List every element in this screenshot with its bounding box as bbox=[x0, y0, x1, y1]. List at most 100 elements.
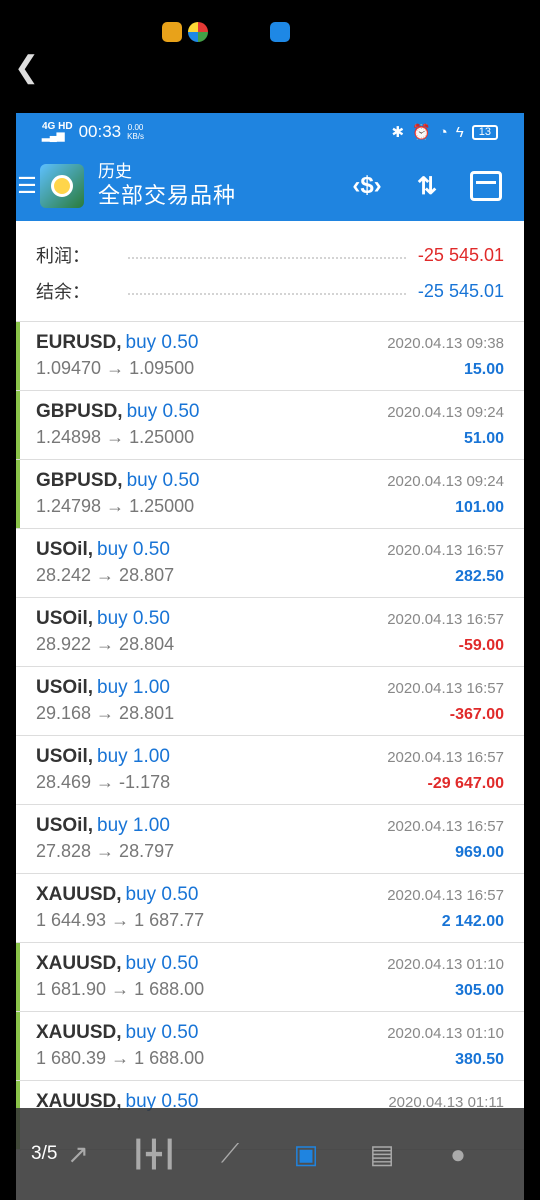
notification-icons bbox=[162, 22, 290, 42]
trade-side-volume: buy 0.50 bbox=[125, 332, 199, 353]
battery-icon: 13 bbox=[471, 124, 498, 140]
trade-row[interactable]: GBPUSD, buy 0.50 2020.04.13 09:24 1.24898 →… bbox=[16, 391, 524, 460]
trade-date: 2020.04.13 16:57 bbox=[387, 749, 504, 766]
app-bar: ☰ 历史 全部交易品种 ‹$› ⇅ bbox=[16, 151, 524, 221]
alarm-icon: ⏰ bbox=[412, 124, 431, 141]
trade-date: 2020.04.13 01:10 bbox=[387, 1025, 504, 1042]
app-logo[interactable] bbox=[40, 164, 84, 208]
net-speed: 0.00 KB/s bbox=[127, 123, 145, 141]
trade-symbol: EURUSD, bbox=[36, 332, 122, 353]
trade-row[interactable]: USOil, buy 0.50 2020.04.13 16:57 28.242 → 2… bbox=[16, 529, 524, 598]
trade-symbol: XAUUSD, bbox=[36, 884, 122, 905]
trade-profit: -59.00 bbox=[458, 637, 504, 654]
trade-side-volume: buy 0.50 bbox=[97, 608, 170, 629]
trade-prices: 1.09470 → 1.09500 bbox=[36, 358, 195, 378]
trade-prices: 27.828 → 28.797 bbox=[36, 841, 175, 861]
trade-side-volume: buy 0.50 bbox=[125, 884, 199, 905]
trade-prices: 28.469 → -1.178 bbox=[36, 772, 171, 792]
charging-icon: ϟ bbox=[455, 123, 464, 141]
summary-panel: 利润： -25 545.01 结余： -25 545.01 bbox=[16, 221, 524, 322]
trade-profit: 305.00 bbox=[455, 982, 504, 999]
trade-profit: 101.00 bbox=[455, 499, 504, 516]
trade-date: 2020.04.13 09:24 bbox=[387, 473, 504, 490]
menu-icon[interactable]: ☰ bbox=[16, 151, 38, 221]
trade-profit: -29 647.00 bbox=[427, 775, 504, 792]
trade-date: 2020.04.13 16:57 bbox=[387, 611, 504, 628]
trade-profit: 282.50 bbox=[455, 568, 504, 585]
trade-row[interactable]: USOil, buy 1.00 2020.04.13 16:57 27.828 → 2… bbox=[16, 805, 524, 874]
trade-date: 2020.04.13 09:24 bbox=[387, 404, 504, 421]
trade-side-volume: buy 0.50 bbox=[126, 470, 200, 491]
trade-row[interactable]: XAUUSD, buy 0.50 2020.04.13 01:10 1 680.39 … bbox=[16, 1012, 524, 1081]
trade-prices: 1 680.39 → 1 688.00 bbox=[36, 1048, 205, 1068]
symbol-filter-title[interactable]: 全部交易品种 bbox=[98, 182, 236, 210]
trade-side-volume: buy 1.00 bbox=[97, 815, 170, 836]
trade-symbol: USOil, bbox=[36, 539, 94, 560]
trade-symbol: GBPUSD, bbox=[36, 470, 123, 491]
deposit-icon[interactable]: ‹$› bbox=[350, 172, 384, 200]
app-notification-icon bbox=[188, 22, 208, 42]
trade-profit: 15.00 bbox=[463, 361, 504, 378]
balance-label: 结余： bbox=[36, 282, 90, 302]
trade-prices: 29.168 → 28.801 bbox=[36, 703, 175, 723]
trade-prices: 1 681.90 → 1 688.00 bbox=[36, 979, 205, 999]
status-bar: 4G HD ▂▄▆ 00:33 0.00 KB/s ✱ ⏰ ◔ ϟ 13 bbox=[16, 113, 524, 151]
news-icon[interactable]: ▤ bbox=[356, 1128, 408, 1180]
trade-prices: 28.242 → 28.807 bbox=[36, 565, 175, 585]
calendar-icon[interactable] bbox=[470, 171, 502, 201]
trade-date: 2020.04.13 16:57 bbox=[387, 887, 504, 904]
status-time: 00:33 bbox=[78, 122, 122, 141]
viewer-back-button[interactable]: ❮ bbox=[14, 50, 44, 86]
trade-prices: 1 644.93 → 1 687.77 bbox=[36, 910, 205, 930]
app-notification-icon bbox=[162, 22, 182, 42]
phone-screenshot: 4G HD ▂▄▆ 00:33 0.00 KB/s ✱ ⏰ ◔ ϟ 13 ☰ 历史 … bbox=[16, 113, 524, 1200]
trade-symbol: XAUUSD, bbox=[36, 953, 122, 974]
trade-side-volume: buy 0.50 bbox=[97, 539, 170, 560]
balance-value: -25 545.01 bbox=[417, 280, 504, 301]
trade-profit: 2 142.00 bbox=[441, 913, 504, 930]
trade-row[interactable]: GBPUSD, buy 0.50 2020.04.13 09:24 1.24798 →… bbox=[16, 460, 524, 529]
bluetooth-icon: ✱ bbox=[391, 124, 405, 141]
trade-profit: -367.00 bbox=[449, 706, 504, 723]
quotes-arrow-icon[interactable]: ↗ bbox=[52, 1128, 104, 1180]
trade-row[interactable]: XAUUSD, buy 0.50 2020.04.13 01:10 1 681.90 … bbox=[16, 943, 524, 1012]
trade-side-volume: buy 0.50 bbox=[126, 401, 200, 422]
dotted-leader bbox=[128, 293, 406, 295]
candlestick-chart-icon[interactable]: ┃╋┃ bbox=[128, 1128, 180, 1180]
chat-icon[interactable]: ● bbox=[432, 1128, 484, 1180]
dotted-leader bbox=[128, 257, 406, 259]
trade-date: 2020.04.13 16:57 bbox=[387, 542, 504, 559]
trend-chart-icon[interactable]: ⟋ bbox=[204, 1128, 256, 1180]
trade-profit: 380.50 bbox=[455, 1051, 504, 1068]
profit-value: -25 545.01 bbox=[417, 244, 504, 265]
trade-profit: 51.00 bbox=[463, 430, 504, 447]
trade-history-list: EURUSD, buy 0.50 2020.04.13 09:38 1.09470 →… bbox=[16, 322, 524, 1150]
trade-symbol: USOil, bbox=[36, 815, 94, 836]
profit-label: 利润： bbox=[36, 246, 90, 266]
image-counter: 3/5 bbox=[31, 1143, 58, 1164]
trade-prices: 28.922 → 28.804 bbox=[36, 634, 175, 654]
trade-side-volume: buy 0.50 bbox=[125, 1022, 199, 1043]
trade-row[interactable]: USOil, buy 1.00 2020.04.13 16:57 28.469 → -… bbox=[16, 736, 524, 805]
trade-row[interactable]: USOil, buy 1.00 2020.04.13 16:57 29.168 → 2… bbox=[16, 667, 524, 736]
signal-icon: 4G HD ▂▄▆ bbox=[42, 121, 73, 142]
trade-date: 2020.04.13 01:10 bbox=[387, 956, 504, 973]
sort-icon[interactable]: ⇅ bbox=[410, 172, 444, 201]
trade-date: 2020.04.13 16:57 bbox=[387, 680, 504, 697]
trade-row[interactable]: EURUSD, buy 0.50 2020.04.13 09:38 1.09470 →… bbox=[16, 322, 524, 391]
trade-symbol: USOil, bbox=[36, 746, 94, 767]
trade-side-volume: buy 0.50 bbox=[125, 953, 199, 974]
trade-symbol: USOil, bbox=[36, 677, 94, 698]
trade-date: 2020.04.13 09:38 bbox=[387, 335, 504, 352]
bottom-nav: ↗ ┃╋┃ ⟋ ▣ ▤ ● bbox=[16, 1108, 524, 1200]
trade-prices: 1.24898 → 1.25000 bbox=[36, 427, 195, 447]
history-inbox-icon[interactable]: ▣ bbox=[280, 1128, 332, 1180]
page-subtitle: 历史 bbox=[98, 162, 132, 181]
trade-symbol: USOil, bbox=[36, 608, 94, 629]
trade-profit: 969.00 bbox=[455, 844, 504, 861]
trade-row[interactable]: USOil, buy 0.50 2020.04.13 16:57 28.922 → 2… bbox=[16, 598, 524, 667]
trade-row[interactable]: XAUUSD, buy 0.50 2020.04.13 16:57 1 644.93 … bbox=[16, 874, 524, 943]
trade-symbol: XAUUSD, bbox=[36, 1022, 122, 1043]
trade-side-volume: buy 1.00 bbox=[97, 746, 170, 767]
trade-symbol: GBPUSD, bbox=[36, 401, 123, 422]
